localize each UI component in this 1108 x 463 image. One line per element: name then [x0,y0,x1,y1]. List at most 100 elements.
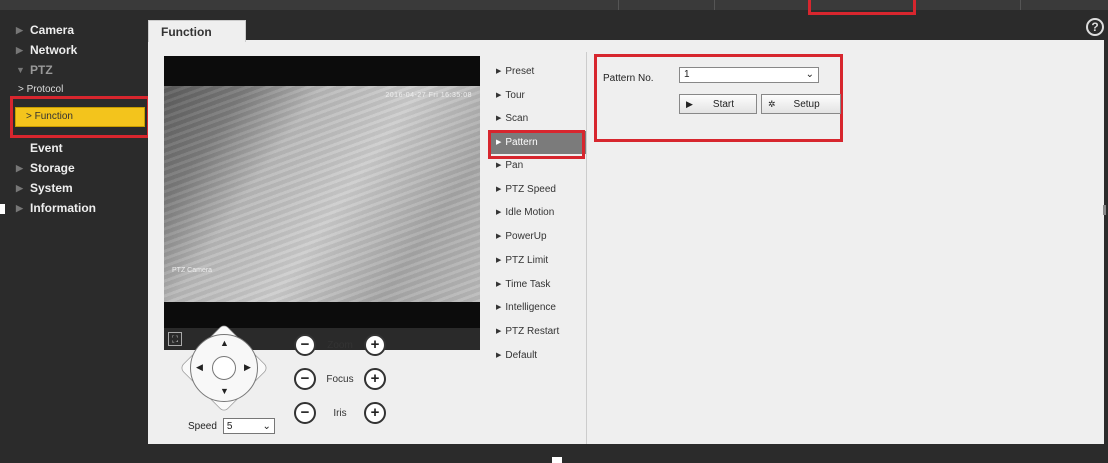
chevron-down-icon: ⌄ [262,420,271,432]
triangle-right-icon: ▶ [496,68,502,75]
pattern-no-label: Pattern No. [603,73,654,84]
arrow-up-icon[interactable]: ▲ [220,338,229,348]
top-divider [714,0,715,10]
triangle-right-icon: ▶ [496,115,502,123]
arrow-down-icon[interactable]: ▼ [220,386,229,396]
sidebar-lower: Event ▶ Storage ▶ System ▶ Information [6,138,156,218]
caret-right-icon: ▶ [16,183,23,193]
speed-value: 5 [226,420,233,432]
menu-item-tour[interactable]: ▶ Tour [488,84,586,108]
start-button[interactable]: ▶ Start [679,94,757,114]
caret-right-icon: ▶ [16,25,23,35]
speed-select[interactable]: 5 ⌄ [222,418,275,434]
sidebar-item-label: Camera [30,23,75,37]
menu-item-label: Tour [505,89,525,101]
sidebar-item-camera[interactable]: ▶ Camera [6,20,156,40]
menu-item-label: PTZ Restart [505,325,560,337]
menu-item-time-task[interactable]: ▶ Time Task [488,273,586,297]
sidebar-item-label: Storage [30,161,75,175]
focus-label: Focus [326,373,354,385]
menu-item-label: Preset [505,66,535,77]
top-divider [1020,0,1021,10]
pad-center-button[interactable] [212,356,236,380]
sidebar-item-event[interactable]: Event [6,138,156,158]
zoom-in-button[interactable]: + [364,334,386,356]
chevron-down-icon: ⌄ [805,69,814,80]
tab-bar: Function ? [148,18,1104,42]
focus-in-button[interactable]: + [364,368,386,390]
sidebar-subitem-function[interactable]: > Function [15,107,145,127]
pattern-highlight [488,130,585,159]
live-video: 2016-04-27 Fri 16:35:08 PTZ Camera ⛶ [164,56,480,350]
speed-control: Speed 5 ⌄ [188,418,275,434]
sidebar-item-storage[interactable]: ▶ Storage [6,158,156,178]
sidebar-item-network[interactable]: ▶ Network [6,40,156,60]
sidebar-item-system[interactable]: ▶ System [6,178,156,198]
zoom-row: − Zoom + [294,328,394,362]
menu-item-ptz-speed[interactable]: ▶ PTZ Speed [488,178,586,202]
arrow-right-icon[interactable]: ▶ [244,362,251,373]
pattern-no-select[interactable]: 1 ⌄ [679,67,819,83]
top-divider [618,0,619,10]
focus-row: − Focus + [294,362,394,396]
chevron-right-icon: > [26,111,35,122]
video-osd-time: 2016-04-27 Fri 16:35:08 [385,92,472,99]
chevron-right-icon: > [18,84,27,95]
top-tab-highlight[interactable] [808,0,916,15]
sidebar: ▶ Camera ▶ Network ▼ PTZ > Protocol [6,20,156,100]
sidebar-item-label: PTZ [30,63,53,77]
main-content: Function ? 2016-04-27 Fri 16:35:08 PTZ C… [148,18,1104,444]
triangle-right-icon: ▶ [496,256,502,264]
tab-function[interactable]: Function [148,20,246,42]
menu-item-preset[interactable]: ▶ Preset [488,60,586,84]
menu-item-label: Intelligence [505,302,556,314]
menu-item-default[interactable]: ▶ Default [488,344,586,368]
sidebar-item-label: Network [30,43,78,57]
app-window: ▶ Camera ▶ Network ▼ PTZ > Protocol > Funct… [0,0,1108,463]
sidebar-item-ptz[interactable]: ▼ PTZ [6,60,156,80]
sidebar-item-label: System [30,181,73,195]
ptz-direction-pad: ▲ ▼ ◀ ▶ [179,323,269,413]
menu-item-scan[interactable]: ▶ Scan [488,107,586,131]
sidebar-item-label: Information [30,201,96,215]
zoom-out-button[interactable]: − [294,334,316,356]
gear-icon: ✲ [768,98,776,109]
triangle-right-icon: ▶ [496,327,502,335]
menu-item-label: Idle Motion [505,207,555,219]
iris-row: − Iris + [294,396,394,430]
menu-item-ptz-limit[interactable]: ▶ PTZ Limit [488,249,586,273]
setup-button-label: Setup [793,98,820,110]
menu-item-label: Time Task [505,278,551,290]
iris-open-button[interactable]: + [364,402,386,424]
menu-item-ptz-restart[interactable]: ▶ PTZ Restart [488,320,586,344]
menu-item-label: Default [505,349,538,361]
triangle-right-icon: ▶ [496,280,502,288]
caret-right-icon: ▶ [16,163,23,173]
caret-right-icon: ▶ [16,45,23,55]
sidebar-item-information[interactable]: ▶ Information [6,198,156,218]
triangle-right-icon: ▶ [496,91,502,99]
iris-close-button[interactable]: − [294,402,316,424]
pattern-no-value: 1 [684,69,690,80]
sidebar-item-label: Function [34,111,73,122]
menu-divider [586,52,587,444]
menu-item-idle-motion[interactable]: ▶ Idle Motion [488,201,586,225]
lens-controls: − Zoom + − Focus + − Iris + [294,328,394,430]
ptz-function-menu: ▶ Preset ▶ Tour ▶ Scan ▶ Pattern ▶ Pan ▶ PTZ S… [488,60,586,367]
focus-out-button[interactable]: − [294,368,316,390]
video-osd-channel: PTZ Camera [172,267,213,274]
edge-marker [0,204,5,214]
menu-item-powerup[interactable]: ▶ PowerUp [488,225,586,249]
play-icon: ▶ [686,98,693,109]
edge-marker [552,457,562,463]
triangle-right-icon: ▶ [496,304,502,312]
setup-button[interactable]: ✲ Setup [761,94,841,114]
help-icon[interactable]: ? [1086,18,1104,36]
sidebar-item-label: Protocol [26,84,64,95]
zoom-label: Zoom [327,339,353,351]
menu-item-label: PTZ Limit [505,254,549,266]
arrow-left-icon[interactable]: ◀ [196,362,203,373]
menu-item-intelligence[interactable]: ▶ Intelligence [488,296,586,320]
pattern-panel: Pattern No. 1 ⌄ ▶ Start ✲ Setup [594,54,843,142]
triangle-right-icon: ▶ [496,209,502,217]
